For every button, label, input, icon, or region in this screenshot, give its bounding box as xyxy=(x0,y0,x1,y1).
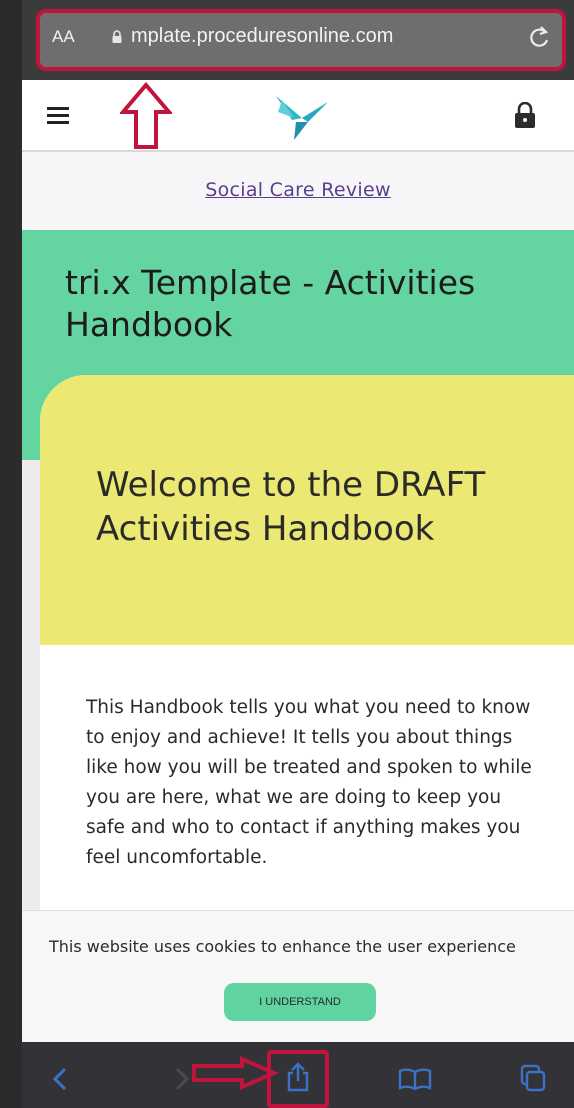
text-size-button[interactable]: AA xyxy=(52,27,75,47)
back-icon[interactable] xyxy=(52,1066,68,1092)
tabs-icon[interactable] xyxy=(520,1064,546,1092)
annotation-up-arrow xyxy=(120,82,172,149)
padlock-icon[interactable] xyxy=(514,102,536,128)
hamburger-icon[interactable] xyxy=(47,107,69,124)
lock-icon xyxy=(112,30,122,43)
card-body-text: This Handbook tells you what you need to… xyxy=(86,697,532,868)
browser-address-bar-area: AA mplate.proceduresonline.com xyxy=(22,0,574,80)
url-text[interactable]: mplate.proceduresonline.com xyxy=(131,25,393,48)
cookie-message: This website uses cookies to enhance the… xyxy=(49,937,516,956)
share-icon[interactable] xyxy=(286,1062,310,1092)
accept-cookies-button[interactable]: I UNDERSTAND xyxy=(224,983,376,1021)
breadcrumb: Social Care Review xyxy=(22,152,574,230)
browser-toolbar xyxy=(22,1042,574,1108)
card-title: Welcome to the DRAFT Activities Handbook xyxy=(96,465,486,549)
trix-logo-icon[interactable] xyxy=(272,92,330,142)
cookie-banner: This website uses cookies to enhance the… xyxy=(22,910,574,1042)
card-header: Welcome to the DRAFT Activities Handbook xyxy=(40,375,574,645)
breadcrumb-link[interactable]: Social Care Review xyxy=(22,179,574,201)
site-header xyxy=(22,80,574,152)
page-title: tri.x Template - Activities Handbook xyxy=(65,263,476,344)
bookmarks-icon[interactable] xyxy=(398,1068,432,1090)
forward-icon[interactable] xyxy=(174,1066,190,1092)
welcome-card: Welcome to the DRAFT Activities Handbook… xyxy=(40,375,574,915)
reload-icon[interactable] xyxy=(528,25,550,49)
device-frame-edge xyxy=(0,0,22,1108)
